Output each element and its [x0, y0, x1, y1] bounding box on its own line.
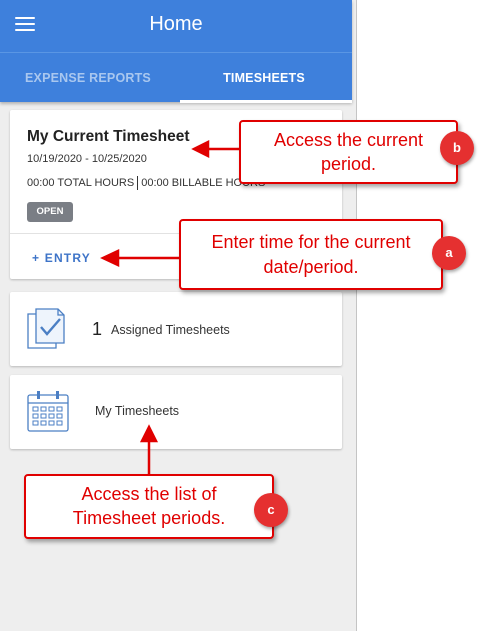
callout-b-line1: Access the current: [273, 130, 424, 150]
callout-enter-time: Enter time for the current date/period.: [179, 219, 443, 290]
callout-timesheet-list: Access the list of Timesheet periods.: [24, 474, 274, 539]
callout-b-line2: period.: [320, 154, 377, 174]
callout-a-marker: a: [432, 236, 466, 270]
arrow-c-head: [139, 424, 159, 443]
callout-c-marker: c: [254, 493, 288, 527]
callout-c-line1: Access the list of: [81, 484, 217, 504]
callout-a-line1: Enter time for the current: [211, 232, 411, 252]
callout-current-period: Access the current period.: [239, 120, 458, 184]
arrow-a-head: [100, 249, 120, 267]
callout-b-marker: b: [440, 131, 474, 165]
arrow-b-head: [191, 139, 210, 159]
callout-c-line2: Timesheet periods.: [72, 508, 226, 528]
callout-a-line2: date/period.: [263, 257, 359, 277]
